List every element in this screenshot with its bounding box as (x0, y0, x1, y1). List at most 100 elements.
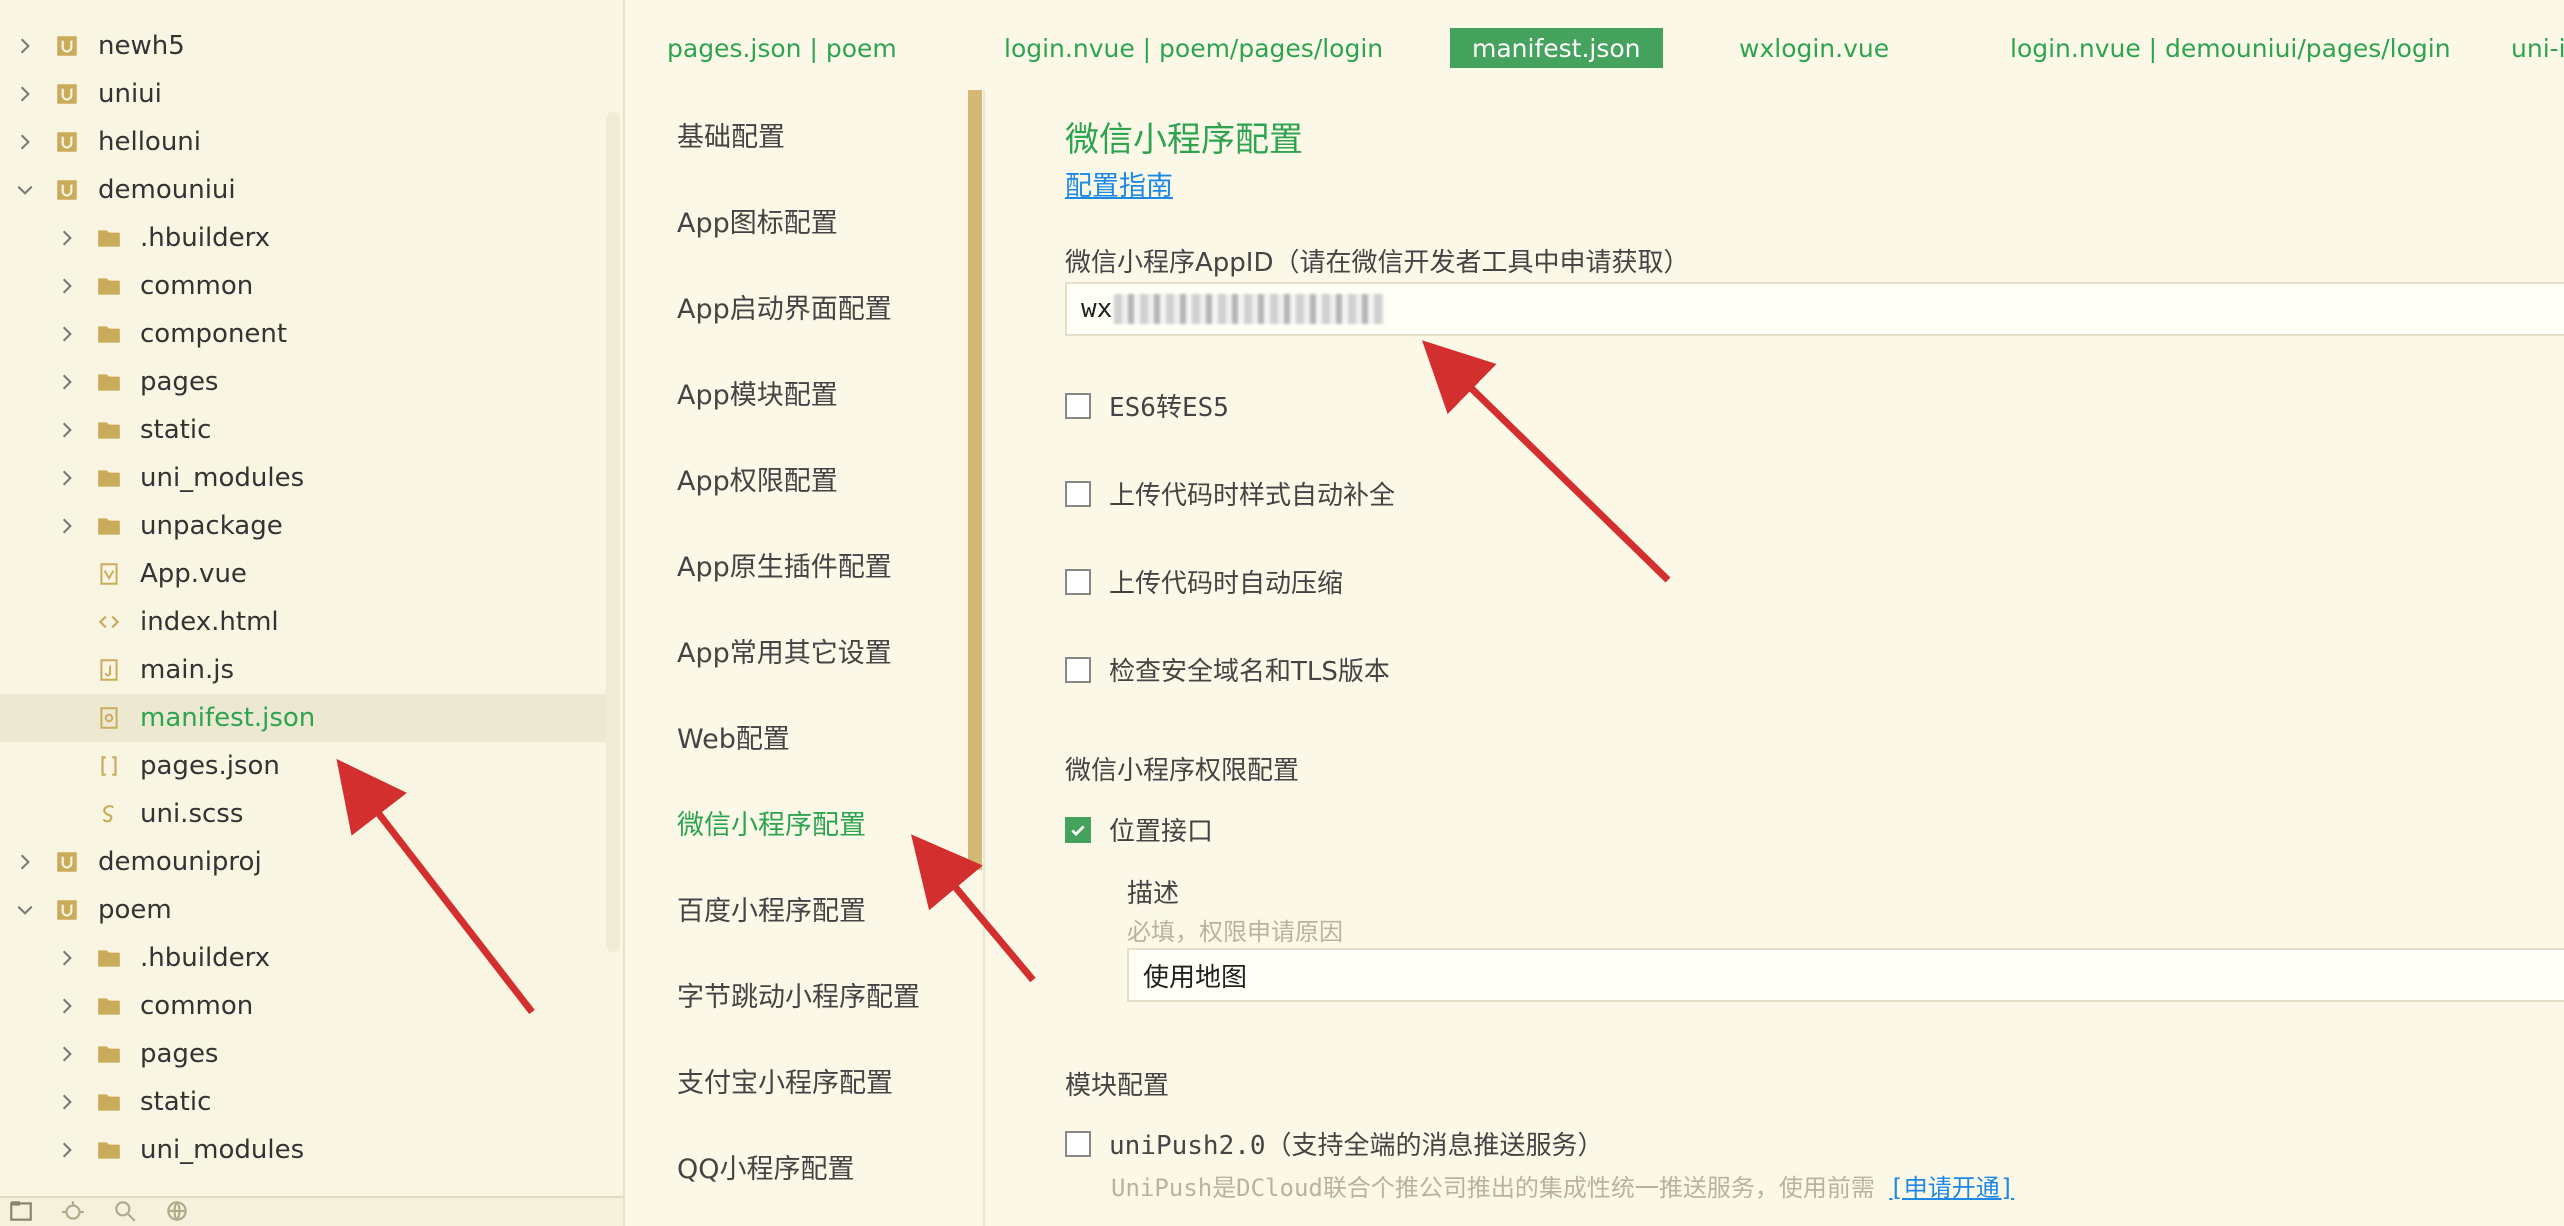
globe-icon[interactable] (164, 1198, 192, 1226)
chevron-down-icon[interactable] (14, 899, 36, 921)
nav-item-alipay-miniprogram[interactable]: 支付宝小程序配置 (677, 1061, 893, 1100)
tree-item[interactable]: .hbuilderx (0, 214, 610, 262)
folder-icon (96, 417, 122, 443)
tree-scrollbar[interactable] (606, 112, 620, 952)
checkbox-label: 上传代码时自动压缩 (1109, 569, 1344, 599)
appid-redacted (1114, 294, 1385, 324)
tree-item[interactable]: static (0, 406, 610, 454)
html-file-icon (96, 609, 122, 635)
nav-item-app-icon[interactable]: App图标配置 (677, 201, 838, 240)
checkbox-es6-to-es5[interactable]: ES6转ES5 (1065, 387, 1229, 424)
tree-item[interactable]: newh5 (0, 22, 610, 70)
tree-item[interactable]: common (0, 982, 610, 1030)
tree-item[interactable]: pages.json (0, 742, 610, 790)
tree-item[interactable]: uni_modules (0, 454, 610, 502)
tree-item[interactable]: manifest.json (0, 694, 610, 742)
chevron-right-icon[interactable] (14, 35, 36, 57)
chevron-right-icon[interactable] (56, 227, 78, 249)
tree-item[interactable]: unpackage (0, 502, 610, 550)
tree-item[interactable]: pages (0, 358, 610, 406)
chevron-right-icon[interactable] (56, 1139, 78, 1161)
tree-item[interactable]: common (0, 262, 610, 310)
chevron-right-icon[interactable] (56, 947, 78, 969)
appid-input[interactable]: wx (1065, 282, 2564, 336)
tree-item-label: component (140, 319, 288, 349)
search-icon[interactable] (112, 1198, 140, 1226)
chevron-right-icon[interactable] (56, 1043, 78, 1065)
tree-item[interactable]: component (0, 310, 610, 358)
tab-wxlogin-vue[interactable]: wxlogin.vue (1717, 28, 1911, 68)
tab-login-nvue-poem[interactable]: login.nvue | poem/pages/login (982, 28, 1405, 68)
tab-login-nvue-demouniui[interactable]: login.nvue | demouniui/pages/login (1988, 28, 2473, 68)
chevron-right-icon[interactable] (56, 515, 78, 537)
chevron-right-icon[interactable] (56, 323, 78, 345)
tree-item[interactable]: uniui (0, 70, 610, 118)
tree-item-label: newh5 (98, 31, 185, 61)
chevron-right-icon[interactable] (56, 1091, 78, 1113)
tab-manifest-json[interactable]: manifest.json (1450, 28, 1663, 68)
tree-item[interactable]: pages (0, 1030, 610, 1078)
checkbox-style-autofix[interactable]: 上传代码时样式自动补全 (1065, 475, 1395, 512)
chevron-right-icon[interactable] (14, 131, 36, 153)
checkbox-check-domain-tls[interactable]: 检查安全域名和TLS版本 (1065, 651, 1390, 688)
nav-item-app-splash[interactable]: App启动界面配置 (677, 287, 892, 326)
chevron-right-icon[interactable] (14, 851, 36, 873)
config-guide-link[interactable]: 配置指南 (1065, 164, 1173, 203)
project-icon (54, 897, 80, 923)
tree-item[interactable]: demouniproj (0, 838, 610, 886)
tree-item[interactable]: uni_modules (0, 1126, 610, 1174)
nav-item-basic[interactable]: 基础配置 (677, 115, 785, 154)
nav-item-qq-miniprogram[interactable]: QQ小程序配置 (677, 1147, 855, 1186)
tab-pages-json-poem[interactable]: pages.json | poem (645, 28, 919, 68)
checkbox-box[interactable] (1065, 816, 1091, 843)
checkbox-label: ES6转ES5 (1109, 393, 1229, 423)
tree-item[interactable]: hellouni (0, 118, 610, 166)
tree-item[interactable]: demouniui (0, 166, 610, 214)
tree-item[interactable]: main.js (0, 646, 610, 694)
tree-item[interactable]: index.html (0, 598, 610, 646)
checkbox-box[interactable] (1065, 656, 1091, 683)
tree-item-label: static (140, 415, 212, 445)
unipush-apply-link[interactable]: [申请开通] (1889, 1174, 2014, 1202)
folder-icon (96, 273, 122, 299)
tree-item[interactable]: poem (0, 886, 610, 934)
tree-item[interactable]: static (0, 1078, 610, 1126)
nav-item-bytedance-miniprogram[interactable]: 字节跳动小程序配置 (677, 975, 920, 1014)
checkbox-box[interactable] (1065, 392, 1091, 419)
nav-item-wechat-miniprogram[interactable]: 微信小程序配置 (677, 803, 866, 842)
description-input[interactable]: 使用地图 (1127, 948, 2564, 1002)
chevron-right-icon[interactable] (56, 995, 78, 1017)
checkbox-label: 上传代码时样式自动补全 (1109, 481, 1396, 511)
chevron-right-icon[interactable] (56, 419, 78, 441)
file-manager-icon[interactable] (8, 1198, 36, 1226)
chevron-right-icon[interactable] (56, 467, 78, 489)
nav-item-app-permissions[interactable]: App权限配置 (677, 459, 838, 498)
tab-uni-overflow[interactable]: uni-i (2489, 28, 2564, 68)
tree-item[interactable]: App.vue (0, 550, 610, 598)
checkbox-location-api[interactable]: 位置接口 (1065, 811, 1213, 848)
nav-item-web[interactable]: Web配置 (677, 717, 790, 756)
tree-item[interactable]: .hbuilderx (0, 934, 610, 982)
chevron-right-icon[interactable] (56, 371, 78, 393)
nav-item-app-modules[interactable]: App模块配置 (677, 373, 838, 412)
checkbox-box[interactable] (1065, 480, 1091, 507)
chevron-right-icon[interactable] (56, 275, 78, 297)
checkbox-unipush[interactable]: uniPush2.0（支持全端的消息推送服务） (1065, 1125, 1604, 1162)
folder-icon (96, 945, 122, 971)
tree-item[interactable]: uni.scss (0, 790, 610, 838)
checkbox-auto-minify[interactable]: 上传代码时自动压缩 (1065, 563, 1343, 600)
checkbox-box[interactable] (1065, 568, 1091, 595)
bug-icon[interactable] (60, 1198, 88, 1226)
nav-item-baidu-miniprogram[interactable]: 百度小程序配置 (677, 889, 866, 928)
tree-item-label: main.js (140, 655, 234, 685)
nav-item-app-native-plugins[interactable]: App原生插件配置 (677, 545, 892, 584)
nav-scrollbar[interactable] (968, 90, 982, 870)
chevron-down-icon[interactable] (14, 179, 36, 201)
project-icon (54, 33, 80, 59)
nav-item-app-other-settings[interactable]: App常用其它设置 (677, 631, 892, 670)
chevron-right-icon[interactable] (14, 83, 36, 105)
section-title: 微信小程序配置 (1065, 120, 1303, 160)
checkbox-box[interactable] (1065, 1130, 1091, 1157)
